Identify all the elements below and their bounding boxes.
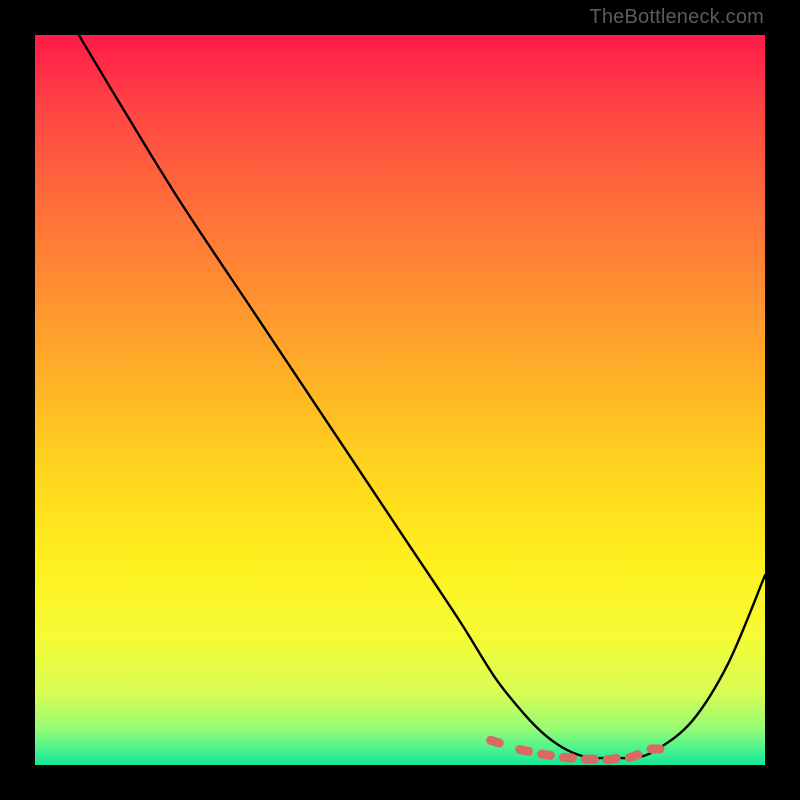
- marker-dash: [602, 754, 621, 765]
- chart-frame: TheBottleneck.com: [0, 0, 800, 800]
- optimal-range-markers: [485, 735, 665, 765]
- plot-area: [35, 35, 765, 765]
- watermark-text: TheBottleneck.com: [589, 6, 764, 29]
- marker-dash: [514, 744, 533, 756]
- marker-dash: [581, 755, 599, 764]
- marker-dash: [559, 753, 578, 763]
- marker-dash: [647, 744, 665, 753]
- marker-dash: [624, 749, 644, 763]
- bottleneck-curve: [35, 35, 765, 765]
- marker-dash: [485, 735, 505, 749]
- marker-dash: [536, 749, 555, 760]
